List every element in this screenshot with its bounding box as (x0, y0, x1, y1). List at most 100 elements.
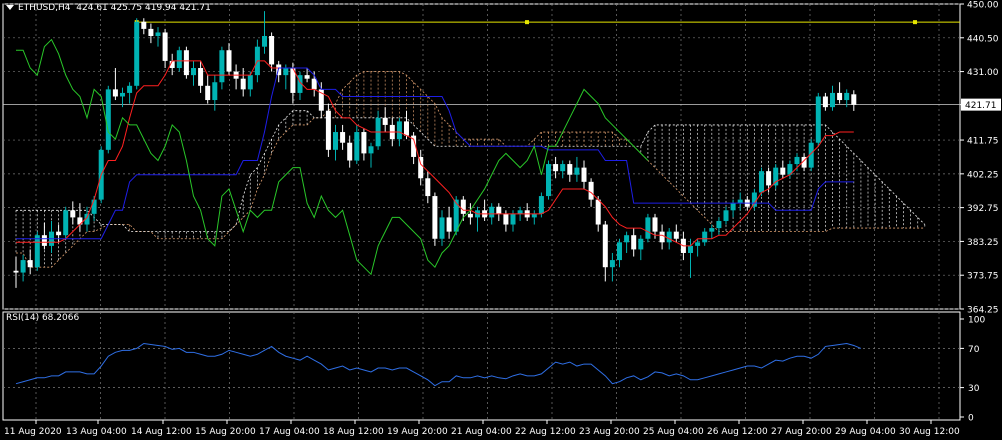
candle-body (851, 94, 857, 105)
candle-body (205, 85, 211, 101)
candle-body (822, 96, 828, 108)
x-tick-label: 19 Aug 20:00 (387, 427, 448, 437)
candle-body (702, 231, 708, 243)
rsi-tick-label: 0 (968, 414, 974, 424)
candle-body (63, 210, 69, 236)
y-tick-label: 373.75 (967, 272, 999, 282)
candle-body (176, 50, 182, 69)
candle-body (247, 75, 253, 90)
candle-body (581, 167, 587, 182)
candle-body (20, 260, 26, 273)
x-tick-label: 22 Aug 12:00 (515, 427, 576, 437)
rsi-line (15, 342, 862, 387)
candle-body (226, 50, 232, 72)
rsi-label: RSI(14) 68.2066 (6, 313, 80, 323)
candle-body (127, 85, 133, 93)
candle-body (240, 78, 246, 90)
candle-body (340, 132, 346, 143)
candle-body (837, 92, 843, 101)
candle-body (425, 178, 431, 197)
candle-body (574, 167, 580, 175)
y-tick-label: 411.75 (967, 137, 999, 147)
candle-body (553, 164, 559, 172)
candle-body (602, 224, 608, 268)
candle-body (396, 121, 402, 140)
rsi-tick-label: 30 (968, 384, 980, 394)
x-tick-label: 30 Aug 12:00 (899, 427, 960, 437)
chikou-span (16, 38, 649, 276)
candle-body (304, 75, 310, 79)
candle-body (70, 210, 76, 218)
candle-body (652, 217, 658, 232)
candle-body (13, 270, 19, 273)
candle-body (723, 210, 729, 221)
horizontal-line-anchor (913, 20, 917, 25)
candle-body (120, 92, 125, 97)
candle-body (567, 164, 573, 175)
candle-body (368, 146, 374, 154)
candle-body (631, 235, 637, 250)
rsi-tick-label: 100 (968, 316, 985, 326)
candle-body (489, 206, 495, 218)
y-tick-label: 383.25 (967, 238, 999, 248)
y-tick-label: 431.00 (967, 68, 999, 78)
horizontal-line-anchor (525, 20, 529, 25)
main-panel-border (2, 3, 961, 310)
candle-body (830, 92, 835, 108)
candle-body (283, 68, 289, 76)
y-tick-label: 421.71 (965, 101, 997, 111)
candle-body (510, 213, 516, 225)
candle-body (269, 36, 275, 65)
y-tick-label: 450.00 (967, 1, 999, 11)
candle-body (155, 32, 161, 37)
candle-body (354, 132, 360, 161)
candle-body (716, 220, 722, 229)
candle-body (538, 196, 544, 214)
candle-body (333, 132, 338, 150)
x-tick-label: 29 Aug 04:00 (835, 427, 896, 437)
y-tick-label: 402.25 (967, 170, 999, 180)
candle-body (347, 142, 353, 161)
symbol-label: ETHUSD,H4 (18, 3, 71, 13)
candle-body (751, 192, 757, 207)
candle-body (134, 21, 140, 86)
candle-body (361, 132, 367, 154)
candle-body (673, 231, 679, 239)
candle-body (617, 242, 622, 261)
candle-body (262, 36, 267, 47)
x-tick-label: 14 Aug 12:00 (131, 427, 192, 437)
candle-body (517, 210, 523, 214)
candle-body (141, 21, 147, 29)
candle-body (148, 28, 154, 37)
candle-body (27, 260, 33, 268)
candle-body (531, 213, 537, 218)
candle-body (460, 199, 466, 214)
x-tick-label: 11 Aug 2020 (4, 427, 62, 437)
candle-body (34, 235, 40, 268)
candle-body (191, 68, 196, 76)
candle-body (439, 217, 445, 239)
candle-body (382, 117, 388, 125)
x-tick-label: 21 Aug 04:00 (451, 427, 512, 437)
candle-body (311, 78, 317, 90)
candle-body (759, 171, 764, 193)
candle-body (709, 228, 715, 232)
candle-body (91, 199, 97, 214)
candle-body (418, 156, 424, 179)
candle-body (546, 164, 551, 197)
candle-body (432, 196, 438, 239)
x-tick-label: 26 Aug 12:00 (707, 427, 768, 437)
x-tick-label: 27 Aug 20:00 (771, 427, 832, 437)
y-tick-label: 392.75 (967, 204, 999, 214)
candle-body (794, 156, 800, 165)
candle-body (41, 235, 47, 246)
candle-body (766, 171, 772, 186)
x-tick-label: 17 Aug 04:00 (259, 427, 320, 437)
y-tick-label: 364.25 (967, 306, 999, 316)
dropdown-triangle-icon[interactable] (6, 5, 14, 10)
price-chart[interactable]: 450.00 440.50 431.00 421.71 411.75 402.25 392.… (0, 0, 1002, 440)
candle-body (467, 213, 473, 218)
candle-body (56, 231, 62, 236)
rsi-header: RSI(14) 68.2066 (6, 313, 79, 323)
candle-body (404, 121, 409, 136)
